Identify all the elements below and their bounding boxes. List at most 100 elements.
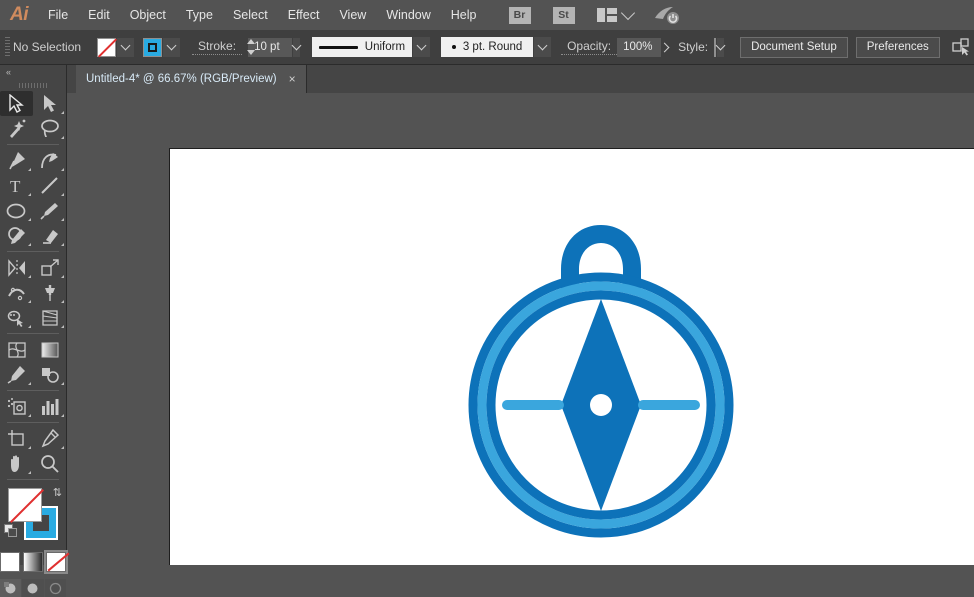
eyedropper-tool[interactable] — [0, 362, 33, 387]
tool-flyout-indicator — [61, 300, 64, 303]
stroke-label[interactable]: Stroke: — [192, 39, 243, 55]
menu-item-object[interactable]: Object — [120, 0, 176, 30]
menu-item-file[interactable]: File — [38, 0, 78, 30]
brush-definition-box[interactable]: 3 pt. Round — [441, 37, 534, 57]
menu-item-type[interactable]: Type — [176, 0, 223, 30]
select-similar-icon — [952, 38, 969, 56]
menu-item-view[interactable]: View — [329, 0, 376, 30]
tool-flyout-indicator — [61, 275, 64, 278]
default-fill-stroke-icon[interactable] — [4, 524, 18, 538]
slice-tool[interactable] — [33, 426, 66, 451]
select-similar-control[interactable] — [952, 38, 974, 57]
brush-definition-label: 3 pt. Round — [462, 41, 523, 53]
gradient-tool[interactable] — [33, 337, 66, 362]
column-graph-tool[interactable] — [33, 394, 66, 419]
ellipse-tool[interactable] — [0, 198, 33, 223]
width-tool[interactable] — [0, 280, 33, 305]
shaper-tool[interactable] — [0, 223, 33, 248]
free-transform-tool[interactable] — [33, 280, 66, 305]
stroke-profile-chevron-down-icon[interactable] — [413, 37, 431, 57]
stroke-swatch[interactable] — [143, 37, 163, 57]
line-segment-tool[interactable] — [33, 173, 66, 198]
hand-tool[interactable] — [0, 451, 33, 476]
pen-tool[interactable] — [0, 148, 33, 173]
stroke-profile-control[interactable]: Uniform — [312, 37, 431, 57]
menu-item-help[interactable]: Help — [441, 0, 487, 30]
menu-bar-right-group: Br St — [508, 5, 681, 25]
tools-divider — [7, 390, 59, 391]
artboard[interactable] — [169, 148, 974, 565]
rotate-tool[interactable] — [0, 255, 33, 280]
compass-illustration[interactable] — [464, 213, 738, 543]
stroke-weight-chevron-down-icon[interactable] — [291, 37, 302, 57]
close-icon[interactable]: × — [289, 73, 296, 85]
stroke-profile-preview — [319, 45, 358, 49]
magic-wand-tool[interactable] — [0, 116, 33, 141]
arrange-documents-icon[interactable] — [596, 8, 617, 22]
swap-fill-stroke-icon[interactable]: ⇅ — [53, 486, 62, 499]
tools-collapse-icon[interactable]: « — [0, 65, 66, 79]
brush-definition-chevron-down-icon[interactable] — [534, 37, 552, 57]
tools-panel-grip[interactable] — [0, 79, 66, 91]
tool-flyout-indicator — [61, 382, 64, 385]
illustrator-window: Ai File Edit Object Type Select Effect V… — [0, 0, 974, 597]
tool-flyout-indicator — [28, 193, 31, 196]
paintbrush-tool[interactable] — [33, 198, 66, 223]
stroke-chevron-down-icon[interactable] — [163, 37, 181, 57]
stroke-control[interactable] — [143, 37, 181, 57]
stock-button[interactable]: St — [552, 6, 575, 24]
lasso-tool[interactable] — [33, 116, 66, 141]
document-tab[interactable]: Untitled-4* @ 66.67% (RGB/Preview) × — [76, 65, 307, 93]
fill-swatch[interactable] — [97, 37, 117, 57]
shape-builder-tool[interactable] — [0, 305, 33, 330]
none-mode-button[interactable] — [44, 550, 68, 574]
scale-tool[interactable] — [33, 255, 66, 280]
cloud-sync-icon[interactable] — [653, 5, 681, 25]
tools-divider — [7, 251, 59, 252]
menu-item-effect[interactable]: Effect — [278, 0, 330, 30]
tool-flyout-indicator — [61, 168, 64, 171]
chevron-down-icon[interactable] — [620, 5, 635, 21]
bridge-button[interactable]: Br — [508, 6, 531, 24]
color-mode-buttons — [0, 550, 68, 574]
document-setup-button[interactable]: Document Setup — [740, 36, 848, 58]
symbol-sprayer-tool[interactable] — [0, 394, 33, 419]
compass-center-dot — [590, 394, 612, 416]
selection-tool[interactable] — [0, 91, 33, 116]
fill-chevron-down-icon[interactable] — [117, 37, 135, 57]
zoom-tool[interactable] — [33, 451, 66, 476]
tool-flyout-indicator — [61, 111, 64, 114]
tool-flyout-indicator — [61, 243, 64, 246]
brush-definition-control[interactable]: 3 pt. Round — [441, 37, 552, 57]
tool-flyout-indicator — [28, 243, 31, 246]
blend-tool[interactable] — [33, 362, 66, 387]
tool-flyout-indicator — [28, 325, 31, 328]
menu-item-select[interactable]: Select — [223, 0, 278, 30]
draw-inside-button[interactable] — [44, 579, 66, 597]
opacity-label[interactable]: Opacity: — [561, 39, 618, 55]
app-logo: Ai — [10, 4, 29, 25]
draw-normal-button[interactable] — [0, 579, 22, 597]
artboard-tool[interactable] — [0, 426, 33, 451]
opacity-expand-icon[interactable] — [659, 37, 670, 57]
style-label: Style: — [678, 40, 709, 54]
curvature-tool[interactable] — [33, 148, 66, 173]
mesh-tool[interactable] — [0, 337, 33, 362]
menu-item-window[interactable]: Window — [376, 0, 440, 30]
type-tool[interactable]: T — [0, 173, 33, 198]
canvas-area[interactable] — [67, 93, 974, 565]
fill-control[interactable] — [97, 37, 135, 57]
preferences-button[interactable]: Preferences — [855, 36, 940, 58]
eraser-tool[interactable] — [33, 223, 66, 248]
perspective-grid-tool[interactable] — [33, 305, 66, 330]
graphic-style-swatch[interactable] — [714, 37, 717, 57]
draw-behind-button[interactable] — [22, 579, 44, 597]
gradient-mode-button[interactable] — [23, 552, 43, 572]
menu-item-edit[interactable]: Edit — [78, 0, 120, 30]
opacity-input[interactable]: 100% — [617, 37, 662, 57]
color-mode-button[interactable] — [0, 552, 20, 572]
style-chevron-down-icon[interactable] — [715, 37, 726, 57]
direct-selection-tool[interactable] — [33, 91, 66, 116]
fill-color-swatch[interactable] — [8, 488, 42, 522]
stroke-profile-box[interactable]: Uniform — [312, 37, 413, 57]
